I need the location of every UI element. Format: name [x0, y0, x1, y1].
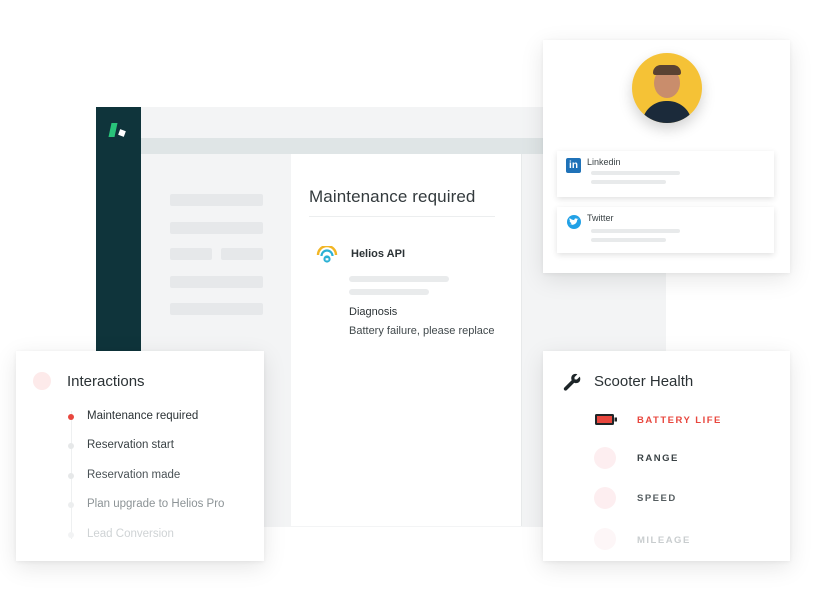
mileage-icon	[594, 528, 616, 550]
timeline-dot-active	[68, 414, 74, 420]
interaction-item[interactable]: Reservation start	[87, 439, 174, 451]
metric-speed[interactable]: SPEED	[637, 493, 677, 504]
linkedin-label: Linkedin	[587, 157, 621, 167]
nav-placeholder[interactable]	[170, 248, 212, 260]
timeline-dot	[68, 532, 74, 538]
metric-range[interactable]: RANGE	[637, 453, 679, 464]
metric-mileage[interactable]: MILEAGE	[637, 535, 691, 546]
helios-api-icon	[316, 246, 338, 263]
scooter-health-card: Scooter Health BATTERY LIFE RANGE SPEED …	[543, 351, 790, 561]
diagnosis-text: Battery failure, please replace	[349, 325, 495, 337]
page-title: Maintenance required	[309, 187, 476, 206]
timeline-dot	[68, 443, 74, 449]
scooter-health-title: Scooter Health	[594, 373, 694, 390]
battery-icon	[595, 414, 617, 425]
logo-icon[interactable]	[108, 121, 130, 141]
avatar[interactable]	[632, 53, 702, 123]
interactions-title: Interactions	[67, 373, 145, 390]
nav-placeholder[interactable]	[170, 303, 263, 315]
nav-placeholder[interactable]	[221, 248, 263, 260]
placeholder-line	[591, 171, 680, 175]
timeline-dot	[68, 502, 74, 508]
interactions-dot	[33, 372, 51, 390]
nav-placeholder[interactable]	[170, 194, 263, 206]
speed-icon	[594, 487, 616, 509]
profile-card: in Linkedin Twitter	[543, 40, 790, 273]
placeholder-line	[349, 289, 429, 295]
maintenance-panel: Maintenance required Helios API Diagnosi…	[291, 154, 522, 526]
range-icon	[594, 447, 616, 469]
interactions-card: Interactions Maintenance required Reserv…	[16, 351, 264, 561]
interaction-item[interactable]: Reservation made	[87, 469, 180, 481]
api-name: Helios API	[351, 248, 405, 260]
placeholder-line	[591, 180, 666, 184]
twitter-row[interactable]: Twitter	[557, 207, 774, 253]
twitter-icon	[567, 215, 581, 229]
nav-placeholder[interactable]	[170, 222, 263, 234]
metric-battery-life[interactable]: BATTERY LIFE	[637, 415, 722, 426]
twitter-label: Twitter	[587, 213, 614, 223]
wrench-icon	[563, 373, 581, 391]
nav-placeholder[interactable]	[170, 276, 263, 288]
diagnosis-label: Diagnosis	[349, 306, 398, 318]
placeholder-line	[349, 276, 449, 282]
divider	[309, 216, 495, 217]
linkedin-row[interactable]: in Linkedin	[557, 151, 774, 197]
placeholder-line	[591, 238, 666, 242]
interaction-item[interactable]: Plan upgrade to Helios Pro	[87, 498, 224, 510]
interaction-item[interactable]: Maintenance required	[87, 410, 198, 422]
linkedin-icon: in	[566, 158, 581, 173]
interaction-item[interactable]: Lead Conversion	[87, 528, 174, 540]
placeholder-line	[591, 229, 680, 233]
timeline-dot	[68, 473, 74, 479]
